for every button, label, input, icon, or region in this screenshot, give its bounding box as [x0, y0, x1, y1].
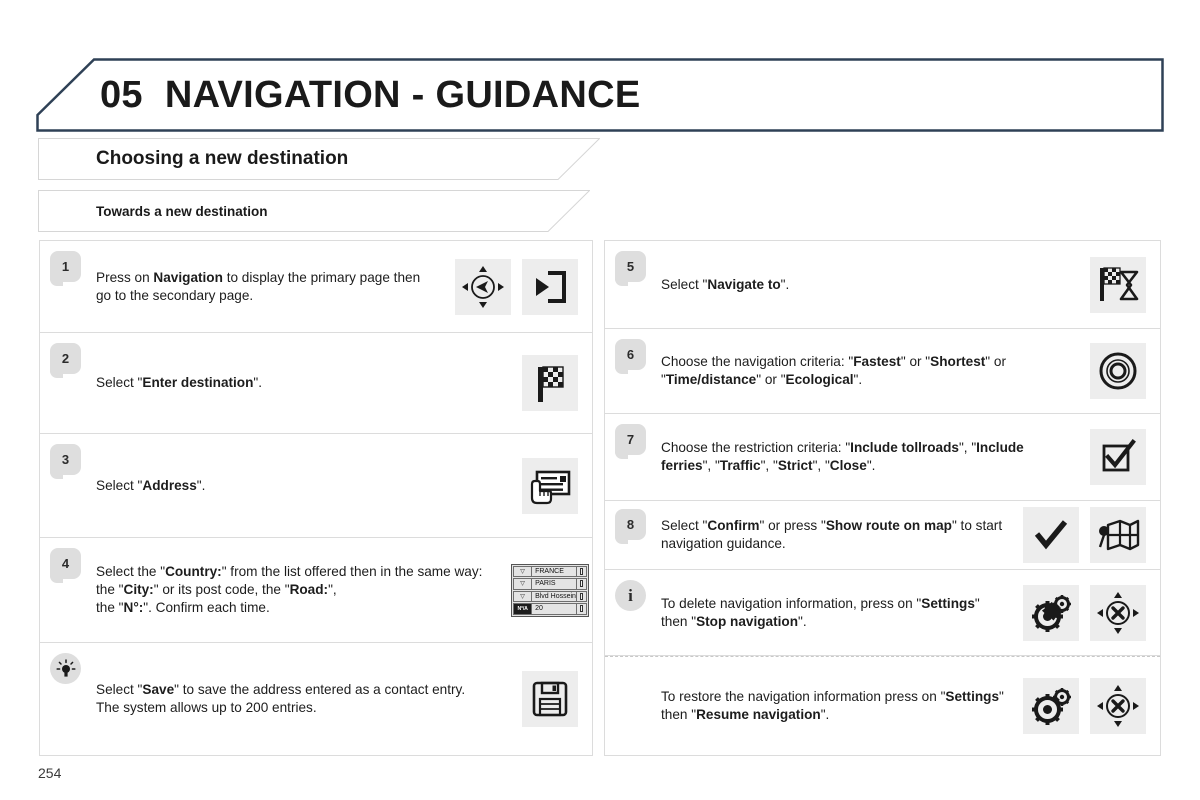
step-badge-slot: 3	[40, 434, 96, 479]
step-badge-slot: 5	[605, 241, 661, 286]
address-row-number-label[interactable]: N°/A	[514, 604, 533, 614]
dropdown-arrow-icon[interactable]: ▽	[514, 591, 533, 601]
step-row-2: 2 Select "Enter destination".	[40, 333, 592, 434]
subsection-banner: Towards a new destination	[38, 190, 590, 232]
step-text-6: Choose the navigation criteria: "Fastest…	[661, 354, 1006, 387]
section-title: Choosing a new destination	[96, 148, 349, 169]
flag-hourglass-icon[interactable]	[1090, 256, 1146, 313]
info-row-2: To restore the navigation information pr…	[605, 656, 1160, 755]
step-row-1: 1 Press on Navigation to display the pri…	[40, 241, 592, 333]
info-icons-2	[1013, 678, 1146, 734]
dropdown-arrow-icon[interactable]: ▽	[514, 566, 533, 576]
step-badge-8: 8	[615, 509, 646, 544]
address-row-value: FRANCE	[535, 567, 564, 575]
address-row-value: 20	[535, 605, 543, 613]
step-badge-4: 4	[50, 548, 81, 583]
page-number: 254	[38, 765, 62, 781]
target-circles-icon[interactable]	[1090, 343, 1146, 399]
step-badge-2: 2	[50, 343, 81, 378]
step-text-4: Select the "Country:" from the list offe…	[96, 564, 483, 615]
step-text-3: Select "Address".	[96, 477, 206, 493]
secondary-page-icon[interactable]	[522, 258, 578, 315]
step-badge-7: 7	[615, 424, 646, 459]
address-list-widget[interactable]: ▽ FRANCE ▽ PARIS ▽ Blvd Hossein N°/A 20	[511, 562, 589, 618]
info-badge-slot-empty	[605, 657, 661, 667]
checkbox-checked-icon[interactable]	[1090, 429, 1146, 485]
step-icons-2	[512, 355, 578, 411]
lightbulb-icon	[50, 653, 81, 684]
step-text-1: Press on Navigation to display the prima…	[96, 269, 421, 303]
step-icons-3	[512, 457, 578, 514]
subsection-title: Towards a new destination	[96, 203, 268, 219]
step-badge-5: 5	[615, 251, 646, 286]
step-text-2: Select "Enter destination".	[96, 375, 263, 391]
step-badge-slot: 4	[40, 538, 96, 583]
step-badge-3: 3	[50, 444, 81, 479]
step-row-3: 3 Select "Address".	[40, 434, 592, 538]
step-icons-7	[1080, 429, 1146, 485]
tip-text: Select "Save" to save the address entere…	[96, 681, 466, 715]
step-icons-8	[1013, 507, 1146, 563]
step-badge-slot: 8	[605, 501, 661, 544]
checkered-flag-icon[interactable]	[522, 355, 578, 411]
right-steps-panel: 5 Select "Navigate to". 6 Choose the nav…	[604, 240, 1161, 756]
scrollbar-handle[interactable]	[575, 579, 586, 589]
info-row-1: i To delete navigation information, pres…	[605, 570, 1160, 656]
compass-cancel-icon[interactable]	[1090, 678, 1146, 734]
address-row[interactable]: N°/A 20	[513, 603, 587, 615]
info-icon: i	[615, 580, 646, 611]
address-row-value: Blvd Hossein	[535, 592, 576, 600]
hand-on-address-card-icon[interactable]	[522, 457, 578, 514]
chapter-title: NAVIGATION - GUIDANCE	[164, 73, 641, 116]
step-badge-slot: 6	[605, 329, 661, 374]
step-row-5: 5 Select "Navigate to".	[605, 241, 1160, 329]
address-row[interactable]: ▽ Blvd Hossein	[513, 590, 587, 602]
scrollbar-handle[interactable]	[575, 591, 586, 601]
gears-settings-icon[interactable]	[1023, 678, 1079, 734]
floppy-disk-save-icon[interactable]	[522, 670, 578, 727]
dropdown-arrow-icon[interactable]: ▽	[514, 579, 533, 589]
tip-row: Select "Save" to save the address entere…	[40, 643, 592, 754]
compass-cancel-icon[interactable]	[1090, 584, 1146, 641]
info-icons-1	[1013, 584, 1146, 641]
step-icons-4: ▽ FRANCE ▽ PARIS ▽ Blvd Hossein N°/A 20	[511, 562, 589, 618]
folded-map-pin-icon[interactable]	[1090, 507, 1146, 563]
info-badge-slot: i	[605, 570, 661, 611]
gears-settings-icon[interactable]	[1023, 584, 1079, 641]
navigation-pad-icon[interactable]	[455, 258, 511, 315]
step-row-4: 4 Select the "Country:" from the list of…	[40, 538, 592, 643]
step-icons-1	[445, 258, 578, 315]
step-text-5: Select "Navigate to".	[661, 276, 790, 292]
chapter-header: 05 NAVIGATION - GUIDANCE	[36, 58, 1164, 132]
step-text-7: Choose the restriction criteria: "Includ…	[661, 440, 1024, 473]
step-icons-6	[1080, 343, 1146, 399]
step-badge-6: 6	[615, 339, 646, 374]
step-row-8: 8 Select "Confirm" or press "Show route …	[605, 501, 1160, 570]
step-row-6: 6 Choose the navigation criteria: "Faste…	[605, 329, 1160, 414]
tip-icons	[512, 670, 578, 727]
step-text-8: Select "Confirm" or press "Show route on…	[661, 518, 1003, 551]
chapter-number: 05	[100, 73, 143, 116]
address-row[interactable]: ▽ FRANCE	[513, 565, 587, 577]
scrollbar-handle[interactable]	[575, 566, 586, 576]
step-badge-slot: 7	[605, 414, 661, 459]
address-row[interactable]: ▽ PARIS	[513, 578, 587, 590]
info-text-2: To restore the navigation information pr…	[661, 689, 1004, 722]
info-text-1: To delete navigation information, press …	[661, 595, 980, 629]
address-row-value: PARIS	[535, 580, 556, 588]
scrollbar-handle[interactable]	[575, 604, 586, 614]
step-row-7: 7 Choose the restriction criteria: "Incl…	[605, 414, 1160, 501]
step-icons-5	[1080, 256, 1146, 313]
tip-badge-slot	[40, 643, 96, 684]
section-banner: Choosing a new destination	[38, 138, 600, 180]
step-badge-slot: 1	[40, 241, 96, 286]
checkmark-icon[interactable]	[1023, 507, 1079, 563]
step-badge-slot: 2	[40, 333, 96, 378]
step-badge-1: 1	[50, 251, 81, 286]
left-steps-panel: 1 Press on Navigation to display the pri…	[39, 240, 593, 756]
